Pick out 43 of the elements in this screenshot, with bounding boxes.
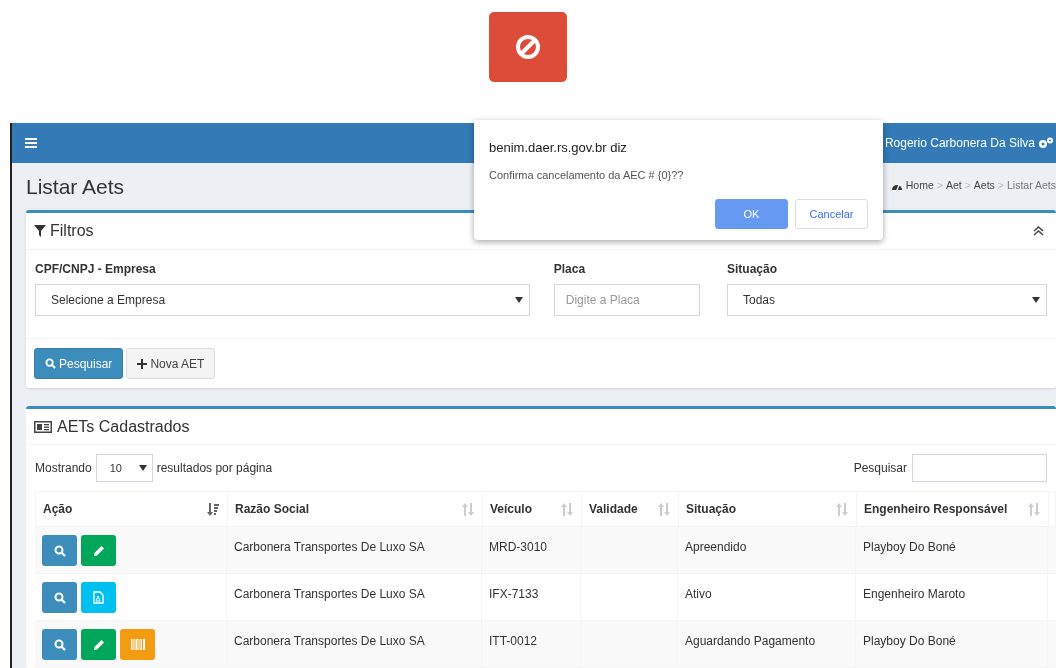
column-header[interactable]: Validade xyxy=(582,492,679,526)
table-cell: Carbonera Transportes De Luxo SA xyxy=(234,634,425,648)
table-cell: MRD-3010 xyxy=(489,540,548,554)
table-cell: Engenheiro Maroto xyxy=(863,587,966,601)
table-cell: Carbonera Transportes De Luxo SA xyxy=(234,587,425,601)
cancel-button[interactable]: Cancelar xyxy=(795,199,868,229)
input-field[interactable]: Digite a Placa xyxy=(553,284,700,316)
column-header[interactable]: Razão Social xyxy=(228,492,483,526)
table-cell: ITT-0012 xyxy=(489,634,538,648)
panel-title: Filtros xyxy=(50,221,94,241)
field-label: CPF/CNPJ - Empresa xyxy=(35,261,157,278)
breadcrumb-link[interactable]: Home xyxy=(905,178,934,195)
field-label: Placa xyxy=(553,261,587,278)
breadcrumb-separator: > xyxy=(964,178,971,194)
column-header[interactable]: Engenheiro Responsável xyxy=(857,492,1049,526)
table-cell: Apreendido xyxy=(685,540,747,554)
breadcrumb-separator: > xyxy=(997,178,1004,194)
table-cell: Playboy Do Boné xyxy=(863,634,956,648)
breadcrumb-link[interactable]: Aet xyxy=(945,178,962,195)
select-field[interactable]: Todas xyxy=(727,284,1047,316)
table-cell: Carbonera Transportes De Luxo SA xyxy=(234,540,425,554)
show-label: Mostrando xyxy=(35,460,92,477)
breadcrumb-link[interactable]: Aets xyxy=(973,178,995,195)
show-label: resultados por página xyxy=(156,460,273,477)
dialog-message: Confirma cancelamento da AEC # {0}?? xyxy=(489,167,685,183)
dialog-title: benim.daer.rs.gov.br diz xyxy=(489,139,628,157)
table-cell: Aguardando Pagamento xyxy=(685,634,816,648)
table-cell: Playboy Do Boné xyxy=(863,540,956,554)
table-cell: Ativo xyxy=(685,587,712,601)
search-label: Pesquisar xyxy=(853,460,907,477)
field-label: Situação xyxy=(727,261,778,278)
search-button[interactable]: Pesquisar xyxy=(34,348,124,379)
table-cell: IFX-7133 xyxy=(489,587,539,601)
select-field[interactable]: Selecione a Empresa xyxy=(35,284,530,316)
column-header[interactable]: Situação xyxy=(679,492,857,526)
breadcrumb-separator: > xyxy=(936,178,943,194)
panel-title: AETs Cadastrados xyxy=(57,416,190,437)
column-header[interactable]: Veículo xyxy=(483,492,582,526)
user-menu[interactable]: Rogerio Carbonera Da Silva xyxy=(884,133,1056,152)
page-size-select[interactable]: 10 xyxy=(95,454,153,482)
new-button[interactable]: Nova AET xyxy=(126,348,216,379)
column-header[interactable]: Ação xyxy=(36,492,228,526)
page-title: Listar Aets xyxy=(26,173,125,200)
